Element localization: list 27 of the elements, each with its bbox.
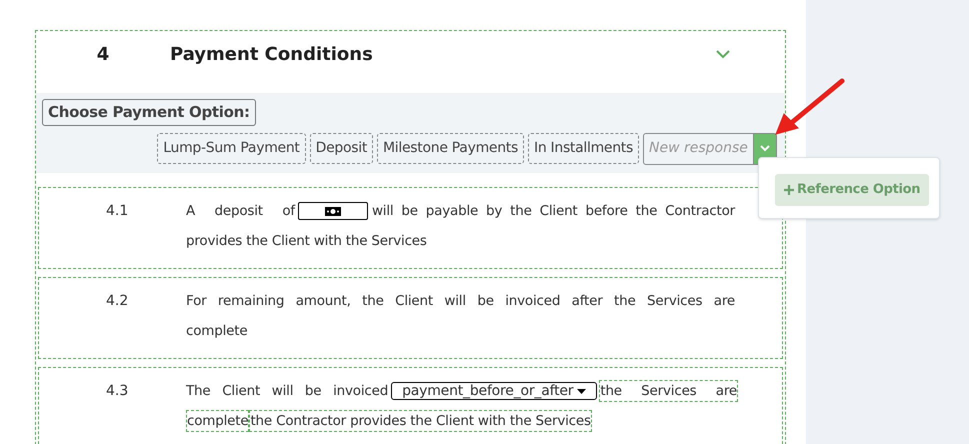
- plus-icon: [784, 185, 794, 195]
- clause-text: For remaining amount, the Client will be invoiced after the Services are: [186, 292, 736, 311]
- option-text[interactable]: the Contractor provides the Client with the Services: [249, 410, 592, 432]
- new-response-field[interactable]: New response: [643, 132, 754, 164]
- clause-number: 4.2: [106, 292, 130, 311]
- clause-number: 4.3: [106, 382, 130, 401]
- select-field[interactable]: payment_before_or_after: [391, 382, 598, 400]
- clause-text: provides the Client with the Services: [186, 232, 427, 251]
- option-prompt-label: Choose Payment Option:: [42, 99, 256, 126]
- clause-text: will be payable by the Client before the Contractor: [370, 202, 736, 221]
- chevron-down-icon[interactable]: [716, 50, 730, 58]
- option-text[interactable]: the Services are: [599, 380, 738, 402]
- option-chip[interactable]: Milestone Payments: [377, 133, 524, 164]
- option-chip[interactable]: In Installments: [528, 133, 639, 164]
- section-title: Payment Conditions: [170, 42, 374, 66]
- option-chip[interactable]: Lump-Sum Payment: [157, 133, 306, 164]
- clause-text: complete: [186, 322, 248, 341]
- option-chip[interactable]: Deposit: [310, 133, 374, 164]
- amount-field[interactable]: [298, 202, 368, 220]
- clause-number: 4.1: [106, 202, 130, 221]
- section-number: 4: [96, 42, 110, 66]
- chevron-down-icon: [760, 145, 770, 152]
- banknote-icon: [324, 206, 341, 216]
- option-text[interactable]: complete: [186, 410, 250, 432]
- caret-down-icon: [577, 388, 586, 394]
- clause-text: The Client will be invoiced: [186, 382, 390, 401]
- clause-text: A deposit of: [186, 202, 296, 221]
